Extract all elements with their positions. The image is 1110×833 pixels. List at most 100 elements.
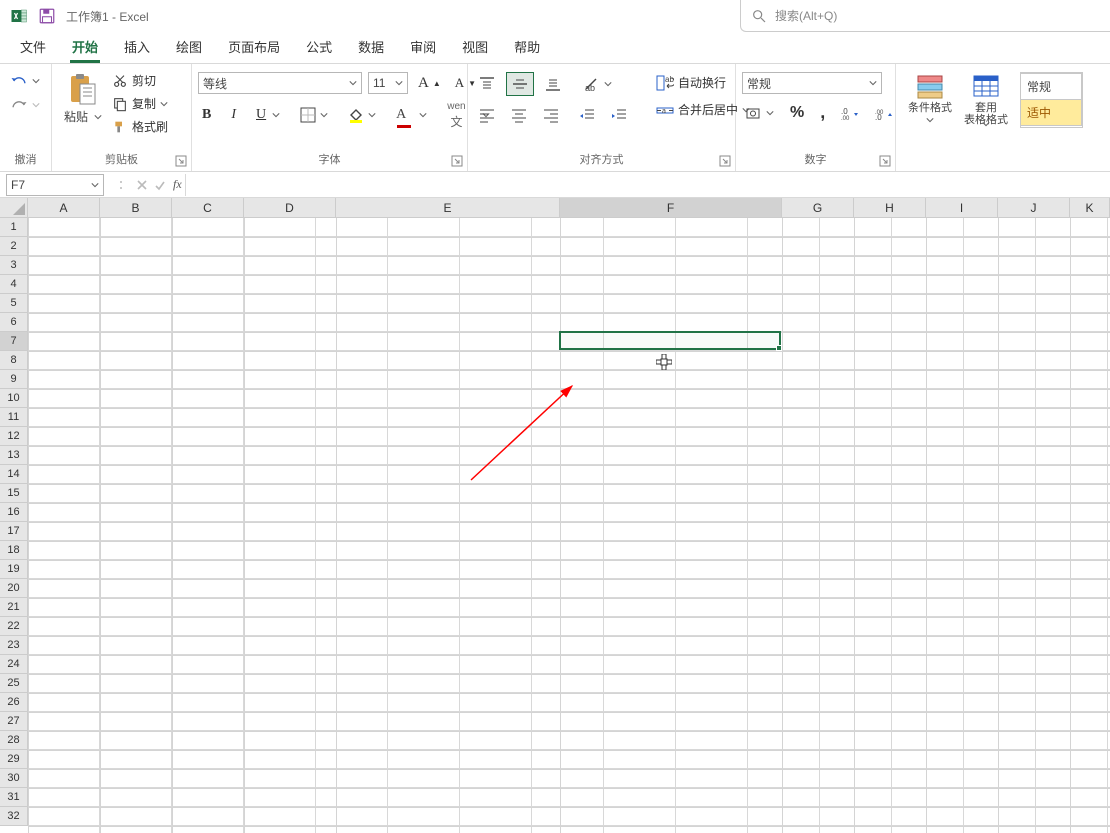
tab-数据[interactable]: 数据 [356, 31, 386, 63]
font-name-select[interactable]: 等线 [198, 72, 362, 94]
column-header[interactable]: B [100, 198, 172, 218]
row-headers[interactable]: 1234567891011121314151617181920212223242… [0, 218, 28, 826]
row-header[interactable]: 25 [0, 674, 28, 693]
align-right-button[interactable] [538, 104, 564, 126]
underline-button[interactable]: U [252, 105, 284, 125]
row-header[interactable]: 9 [0, 370, 28, 389]
dialog-launcher-icon[interactable] [879, 155, 891, 167]
row-header[interactable]: 27 [0, 712, 28, 731]
column-header[interactable]: D [244, 198, 336, 218]
fill-color-button[interactable] [344, 105, 380, 125]
percent-button[interactable]: % [786, 102, 808, 124]
dialog-launcher-icon[interactable] [175, 155, 187, 167]
column-header[interactable]: I [926, 198, 998, 218]
tab-绘图[interactable]: 绘图 [174, 31, 204, 63]
phonetic-guide-button[interactable]: wen文 [443, 100, 469, 130]
redo-button[interactable] [6, 96, 44, 114]
column-header[interactable]: F [560, 198, 782, 218]
row-header[interactable]: 31 [0, 788, 28, 807]
row-header[interactable]: 15 [0, 484, 28, 503]
tab-视图[interactable]: 视图 [460, 31, 490, 63]
increase-font-button[interactable]: A▲ [414, 73, 445, 94]
comma-button[interactable]: , [816, 100, 829, 125]
tab-公式[interactable]: 公式 [304, 31, 334, 63]
name-box[interactable]: F7 [6, 174, 104, 196]
row-header[interactable]: 23 [0, 636, 28, 655]
dialog-launcher-icon[interactable] [451, 155, 463, 167]
row-header[interactable]: 2 [0, 237, 28, 256]
row-header[interactable]: 5 [0, 294, 28, 313]
increase-decimal-button[interactable]: .0.00 [837, 104, 863, 122]
column-headers[interactable]: ABCDEFGHIJK [28, 198, 1110, 218]
row-header[interactable]: 1 [0, 218, 28, 237]
fx-icon[interactable]: fx [173, 177, 182, 192]
column-header[interactable]: J [998, 198, 1070, 218]
conditional-format-button[interactable]: 条件格式 [902, 68, 958, 128]
cancel-icon[interactable] [136, 179, 148, 191]
column-header[interactable]: G [782, 198, 854, 218]
font-size-select[interactable]: 11 [368, 72, 408, 94]
row-header[interactable]: 4 [0, 275, 28, 294]
row-header[interactable]: 7 [0, 332, 28, 351]
bold-button[interactable]: B [198, 105, 215, 125]
tab-开始[interactable]: 开始 [70, 31, 100, 63]
row-header[interactable]: 24 [0, 655, 28, 674]
save-icon[interactable] [38, 7, 56, 25]
row-header[interactable]: 14 [0, 465, 28, 484]
increase-indent-button[interactable] [606, 104, 632, 126]
tab-页面布局[interactable]: 页面布局 [226, 31, 282, 63]
column-header[interactable]: E [336, 198, 560, 218]
fill-handle[interactable] [776, 345, 782, 351]
tab-帮助[interactable]: 帮助 [512, 31, 542, 63]
row-header[interactable]: 6 [0, 313, 28, 332]
select-all-corner[interactable] [0, 198, 28, 218]
column-header[interactable]: A [28, 198, 100, 218]
row-header[interactable]: 8 [0, 351, 28, 370]
row-header[interactable]: 18 [0, 541, 28, 560]
format-painter-button[interactable]: 格式刷 [108, 116, 172, 137]
paste-button[interactable]: 粘贴 [58, 68, 108, 129]
tab-文件[interactable]: 文件 [18, 31, 48, 63]
spreadsheet-grid[interactable]: ABCDEFGHIJK 1234567891011121314151617181… [0, 198, 1110, 833]
row-header[interactable]: 22 [0, 617, 28, 636]
row-header[interactable]: 28 [0, 731, 28, 750]
row-header[interactable]: 26 [0, 693, 28, 712]
row-header[interactable]: 19 [0, 560, 28, 579]
cell-styles-gallery[interactable]: 常规 适中 [1020, 72, 1083, 128]
tab-插入[interactable]: 插入 [122, 31, 152, 63]
formula-input[interactable] [186, 174, 1110, 196]
column-header[interactable]: H [854, 198, 926, 218]
align-middle-button[interactable] [506, 72, 534, 96]
align-top-button[interactable] [474, 73, 500, 95]
row-header[interactable]: 20 [0, 579, 28, 598]
cells-area[interactable] [28, 218, 1110, 833]
orientation-button[interactable]: ab [578, 73, 616, 95]
search-box[interactable]: 搜索(Alt+Q) [740, 0, 1110, 32]
enter-icon[interactable] [154, 179, 166, 191]
currency-button[interactable] [742, 103, 778, 123]
row-header[interactable]: 11 [0, 408, 28, 427]
italic-button[interactable]: I [227, 105, 240, 125]
style-neutral[interactable]: 适中 [1020, 99, 1082, 126]
row-header[interactable]: 10 [0, 389, 28, 408]
row-header[interactable]: 12 [0, 427, 28, 446]
row-header[interactable]: 13 [0, 446, 28, 465]
row-header[interactable]: 30 [0, 769, 28, 788]
decrease-decimal-button[interactable]: .00.0 [871, 104, 897, 122]
row-header[interactable]: 3 [0, 256, 28, 275]
undo-button[interactable] [6, 72, 44, 90]
cut-button[interactable]: 剪切 [108, 70, 172, 91]
decrease-indent-button[interactable] [574, 104, 600, 126]
tab-审阅[interactable]: 审阅 [408, 31, 438, 63]
column-header[interactable]: C [172, 198, 244, 218]
style-normal[interactable]: 常规 [1020, 73, 1082, 100]
align-bottom-button[interactable] [540, 73, 566, 95]
row-header[interactable]: 29 [0, 750, 28, 769]
font-color-button[interactable]: A [392, 104, 431, 126]
format-as-table-button[interactable]: 套用 表格格式 [958, 68, 1014, 132]
copy-button[interactable]: 复制 [108, 93, 172, 114]
column-header[interactable]: K [1070, 198, 1110, 218]
align-center-button[interactable] [506, 104, 532, 126]
row-header[interactable]: 17 [0, 522, 28, 541]
row-header[interactable]: 21 [0, 598, 28, 617]
